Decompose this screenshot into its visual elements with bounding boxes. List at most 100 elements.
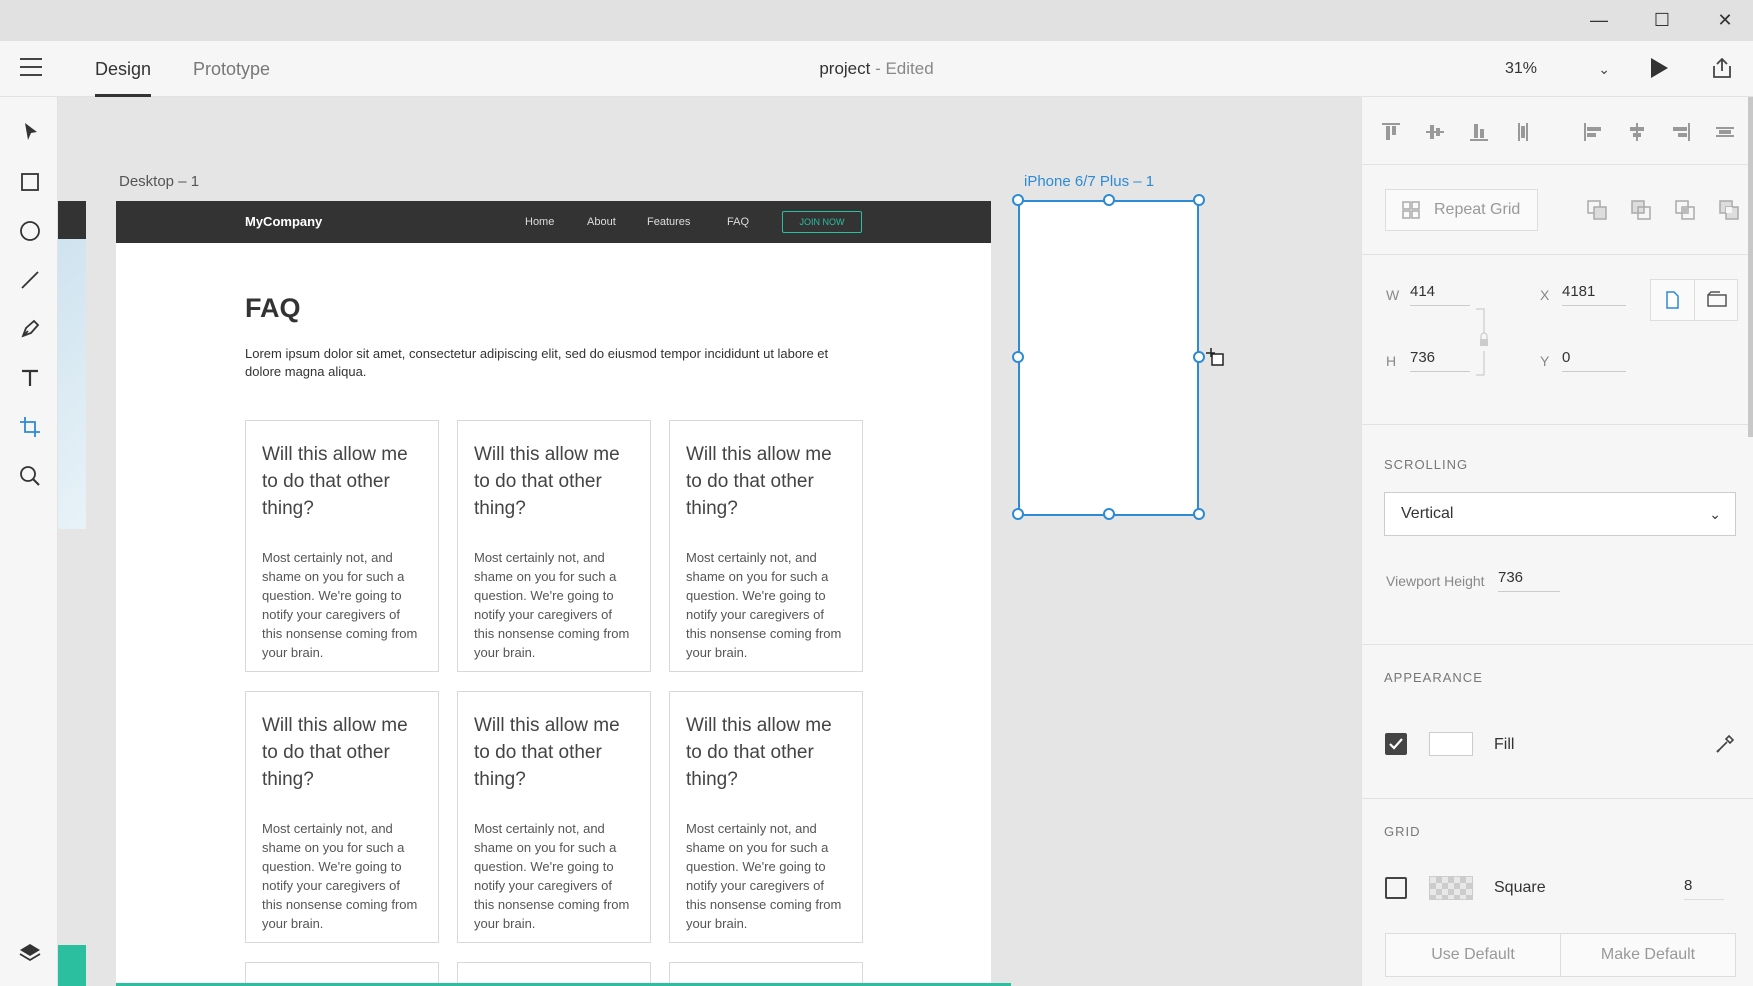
faq-card: Will this allow me to do that other thin… — [245, 691, 439, 943]
distribute-horizontal-icon[interactable] — [1714, 121, 1736, 143]
ellipse-tool-icon[interactable] — [17, 218, 43, 244]
repeat-grid-button[interactable]: Repeat Grid — [1385, 189, 1538, 231]
nav-link-features: Features — [647, 216, 691, 228]
menu-icon[interactable] — [20, 58, 42, 78]
width-input[interactable]: 414 — [1410, 278, 1470, 306]
layers-icon[interactable] — [17, 940, 43, 966]
faq-question: Will this allow me to do that other thin… — [686, 444, 832, 519]
grid-color-swatch[interactable] — [1429, 876, 1473, 900]
artboard-tool-icon[interactable] — [17, 414, 43, 440]
document-state: - Edited — [870, 59, 934, 78]
align-right-icon[interactable] — [1670, 121, 1692, 143]
artboard-label-iphone[interactable]: iPhone 6/7 Plus – 1 — [1024, 173, 1154, 190]
x-input[interactable]: 4181 — [1562, 278, 1626, 306]
zoom-select[interactable]: 31% ⌄ — [1505, 55, 1610, 83]
select-tool-icon[interactable] — [17, 119, 43, 145]
property-inspector: Repeat Grid W 414 H 736 X 4181 Y 0 SCROL… — [1361, 97, 1753, 986]
artboard-label-desktop[interactable]: Desktop – 1 — [119, 173, 199, 190]
adjacent-artboard-footer — [58, 945, 86, 986]
text-tool-icon[interactable] — [17, 365, 43, 391]
nav-link-home: Home — [525, 216, 555, 228]
nav-link-faq: FAQ — [727, 216, 750, 228]
chevron-down-icon: ⌄ — [1598, 61, 1610, 77]
faq-card: Will this allow me to do that other thin… — [669, 691, 863, 943]
scrolling-section: SCROLLING Vertical ⌄ Viewport Height 736 — [1362, 425, 1753, 645]
align-middle-icon[interactable] — [1424, 121, 1446, 143]
faq-answer: Most certainly not, and shame on you for… — [474, 550, 630, 660]
share-icon[interactable] — [1710, 56, 1734, 80]
faq-question: Will this allow me to do that other thin… — [262, 715, 408, 790]
rectangle-tool-icon[interactable] — [17, 169, 43, 195]
fill-color-swatch[interactable] — [1429, 732, 1473, 756]
scrolling-value: Vertical — [1401, 505, 1454, 522]
align-center-icon[interactable] — [1626, 121, 1648, 143]
zoom-tool-icon[interactable] — [17, 463, 43, 489]
y-label: Y — [1540, 353, 1550, 369]
resize-handle[interactable] — [1012, 508, 1024, 520]
height-input[interactable]: 736 — [1410, 344, 1470, 372]
play-icon[interactable] — [1648, 56, 1670, 80]
landscape-icon[interactable] — [1706, 290, 1728, 310]
tab-prototype[interactable]: Prototype — [193, 41, 270, 97]
faq-question: Will this allow me to do that other thin… — [474, 715, 620, 790]
faq-question: Will this allow me to do that other thin… — [262, 444, 408, 519]
faq-question: Will this allow me to do that other thin… — [686, 715, 832, 790]
grid-section: GRID Square 8 Use Default Make Default — [1362, 799, 1753, 986]
design-canvas[interactable]: Desktop – 1 iPhone 6/7 Plus – 1 MyCompan… — [58, 97, 1361, 986]
panel-scrollbar[interactable] — [1748, 97, 1753, 437]
resize-handle[interactable] — [1012, 351, 1024, 363]
site-navbar: MyCompany Home About Features FAQ JOIN N… — [116, 201, 991, 243]
viewport-height-input[interactable]: 736 — [1498, 564, 1560, 592]
close-button[interactable]: ✕ — [1697, 0, 1753, 41]
faq-heading: FAQ — [245, 293, 301, 323]
minimize-button[interactable]: — — [1571, 0, 1627, 41]
lock-aspect-icon[interactable] — [1474, 307, 1494, 377]
resize-handle[interactable] — [1012, 194, 1024, 206]
resize-handle[interactable] — [1193, 508, 1205, 520]
tab-design[interactable]: Design — [95, 41, 152, 97]
artboard-iphone-selected[interactable] — [1018, 200, 1199, 516]
scrolling-title: SCROLLING — [1384, 457, 1469, 472]
align-top-icon[interactable] — [1380, 121, 1402, 143]
use-default-button[interactable]: Use Default — [1385, 933, 1561, 977]
line-tool-icon[interactable] — [17, 267, 43, 293]
site-brand: MyCompany — [245, 214, 323, 229]
adjacent-artboard-image — [58, 239, 86, 529]
resize-handle[interactable] — [1193, 194, 1205, 206]
grid-icon — [1402, 201, 1420, 219]
scrolling-select[interactable]: Vertical ⌄ — [1384, 492, 1736, 536]
y-input[interactable]: 0 — [1562, 344, 1626, 372]
faq-card: Will this allow me to do that other thin… — [669, 420, 863, 672]
faq-answer: Most certainly not, and shame on you for… — [474, 821, 630, 931]
adjacent-artboard-header — [58, 201, 86, 239]
faq-card: Will this allow me to do that other thin… — [245, 420, 439, 672]
maximize-button[interactable]: ☐ — [1634, 0, 1690, 41]
eyedropper-icon[interactable] — [1714, 733, 1736, 755]
fill-checkbox[interactable] — [1385, 733, 1407, 755]
boolean-subtract-icon[interactable] — [1630, 199, 1652, 221]
grid-size-input[interactable]: 8 — [1684, 872, 1724, 900]
resize-cursor-icon — [1206, 348, 1224, 366]
resize-handle[interactable] — [1103, 194, 1115, 206]
boolean-intersect-icon[interactable] — [1674, 199, 1696, 221]
align-section — [1362, 97, 1753, 165]
make-default-button[interactable]: Make Default — [1560, 933, 1736, 977]
boolean-exclude-icon[interactable] — [1718, 199, 1740, 221]
repeat-grid-section: Repeat Grid — [1362, 165, 1753, 255]
width-label: W — [1386, 287, 1400, 303]
pen-tool-icon[interactable] — [17, 316, 43, 342]
align-bottom-icon[interactable] — [1468, 121, 1490, 143]
align-left-icon[interactable] — [1582, 121, 1604, 143]
join-now-button: JOIN NOW — [782, 211, 862, 233]
resize-handle[interactable] — [1103, 508, 1115, 520]
portrait-icon[interactable] — [1662, 290, 1682, 310]
boolean-add-icon[interactable] — [1586, 199, 1608, 221]
grid-checkbox[interactable] — [1385, 877, 1407, 899]
artboard-desktop[interactable]: MyCompany Home About Features FAQ JOIN N… — [116, 201, 991, 986]
zoom-value: 31% — [1505, 60, 1538, 77]
faq-card: Will this allow me to do that other thin… — [457, 420, 651, 672]
faq-answer: Most certainly not, and shame on you for… — [262, 550, 418, 660]
distribute-vertical-icon[interactable] — [1512, 121, 1534, 143]
chevron-down-icon: ⌄ — [1709, 506, 1721, 522]
tool-palette — [0, 97, 58, 986]
